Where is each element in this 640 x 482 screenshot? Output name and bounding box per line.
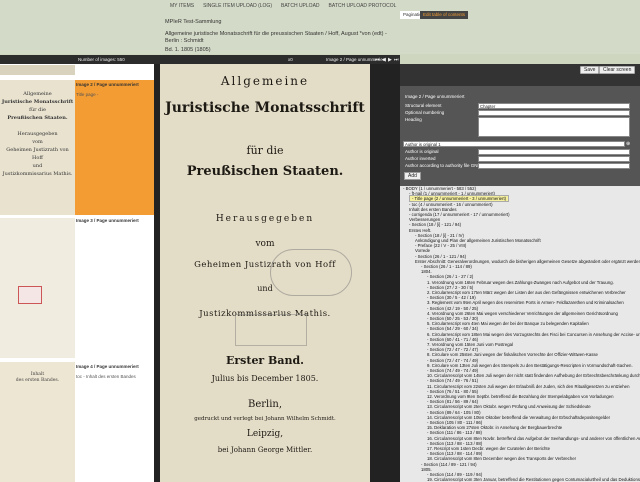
- nav-single-upload[interactable]: SINGLE ITEM UPLOAD (LOG): [203, 3, 272, 9]
- thumb-sub-4: toc - Inhalt des ersten Bandes: [76, 374, 136, 379]
- page-line-11: Julius bis December 1805.: [211, 374, 319, 383]
- add-button[interactable]: Add: [404, 172, 421, 180]
- optional-numbering-label: Optional numbering: [405, 110, 445, 115]
- collection-name: MPIeR Test-Sammlung: [165, 19, 222, 25]
- page-line-15: bei Johann George Mittler.: [217, 446, 313, 454]
- page-line-1: Allgemeine: [220, 74, 310, 88]
- zoom-level[interactable]: x0: [288, 57, 293, 62]
- image-count: Number of images: 550: [78, 57, 125, 62]
- thumb-sub-2: Title page -: [76, 92, 99, 97]
- volume-label: Bd. 1. 1805 (1805): [165, 47, 211, 53]
- page-line-12: Berlin,: [247, 399, 283, 410]
- toc-tree: - BODY (1 / unnummeriert - 583 / 552) - f…: [400, 186, 640, 482]
- page-line-14: Leipzig,: [246, 429, 284, 439]
- thumbnail-image-2[interactable]: Allgemeine Juristische Monatsschrift für d…: [0, 80, 75, 215]
- first-page-icon[interactable]: ⏮: [375, 57, 380, 63]
- author-original-select[interactable]: Author is original 1: [403, 141, 625, 147]
- work-title: Allgemeine juristische Monatsschrift für…: [165, 31, 387, 44]
- author-gnd-input[interactable]: [478, 163, 630, 169]
- structural-element-select[interactable]: Chapter: [478, 103, 630, 109]
- thumb-label-3: Image 3 / Page unnummeriert: [76, 218, 139, 223]
- optional-numbering-input[interactable]: [478, 110, 630, 116]
- thumb-label-2: Image 2 / Page unnummeriert: [76, 82, 139, 87]
- page-line-6: vom: [255, 239, 275, 249]
- page-scan: Allgemeine Juristische Monatsschrift für…: [160, 64, 370, 482]
- clear-screen-button[interactable]: Clear screen: [599, 66, 636, 74]
- nav-batch-protocol[interactable]: BATCH UPLOAD PROTOCOL: [329, 3, 397, 9]
- add-author-icon[interactable]: ⊕: [626, 141, 630, 147]
- selected-thumb-highlight: [75, 80, 154, 215]
- page-line-4: Preußischen Staaten.: [186, 164, 344, 179]
- author-inverted-input[interactable]: [478, 156, 630, 162]
- author-gnd-label: Author according to authority file GND: [405, 163, 481, 168]
- author-original-input[interactable]: [478, 149, 630, 155]
- tab-edit-toc[interactable]: Edit table of contents: [420, 11, 469, 19]
- thumbnail-image-1[interactable]: [0, 65, 75, 75]
- page-line-3: für die: [246, 144, 284, 157]
- page-line-10: Erster Band.: [225, 354, 305, 367]
- structural-element-label: Structural element: [405, 103, 442, 108]
- thumb-label-4: Image 4 / Page unnummeriert: [76, 364, 139, 369]
- author-inverted-label: Author inverted: [405, 156, 436, 161]
- page-line-5: Herausgegeben: [215, 214, 315, 224]
- nav-my-items[interactable]: MY ITEMS: [170, 3, 194, 9]
- page-line-13: gedruckt und verlegt bei Johann Wilhelm …: [194, 416, 336, 422]
- top-navigation: MY ITEMS SINGLE ITEM UPLOAD (LOG) BATCH …: [170, 3, 396, 9]
- thumbnail-image-3[interactable]: [0, 218, 75, 358]
- nav-batch-upload[interactable]: BATCH UPLOAD: [281, 3, 320, 9]
- image-page-label: Image 2 / Page unnummeriert: [405, 94, 465, 99]
- thumbnail-image-4[interactable]: Inhalt des ersten Bandes.: [0, 362, 75, 482]
- ownership-stamp: [235, 314, 307, 346]
- prev-page-icon[interactable]: ◀: [382, 57, 386, 63]
- last-page-icon[interactable]: ⏭: [394, 57, 399, 63]
- page-line-2: Juristische Monatsschrift: [165, 100, 365, 116]
- author-original-label: Author is original: [405, 149, 439, 154]
- library-stamp: [270, 249, 352, 296]
- heading-input[interactable]: [478, 117, 630, 137]
- next-page-icon[interactable]: ▶: [388, 57, 392, 63]
- toc-tree-item[interactable]: 19. Circularrescript vom 3ten Januar, be…: [427, 477, 640, 482]
- viewer-toolbar: Number of images: 550 x0 Image 2 / Page …: [0, 55, 400, 64]
- save-button[interactable]: Save: [580, 66, 600, 74]
- heading-label: Heading: [405, 117, 422, 122]
